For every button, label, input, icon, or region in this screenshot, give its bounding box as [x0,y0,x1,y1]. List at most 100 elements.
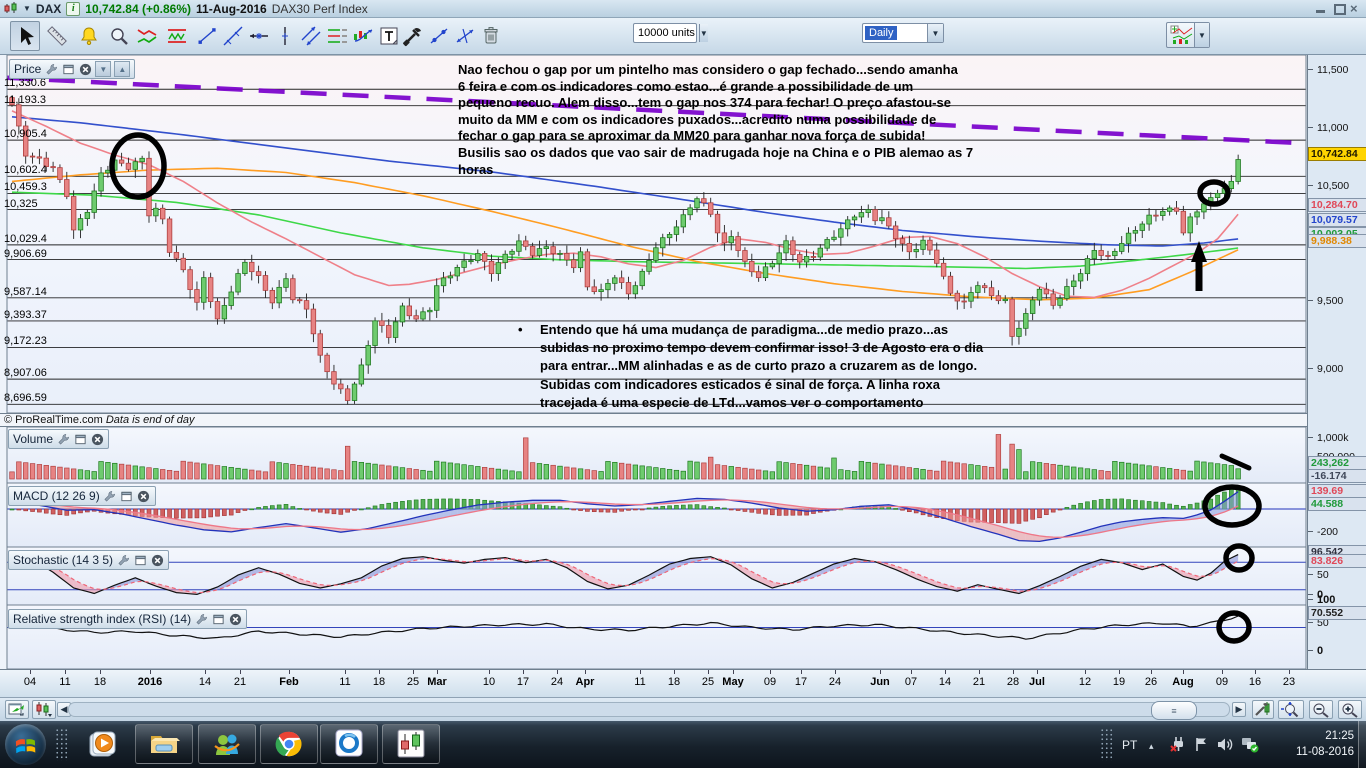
price-move-down-icon[interactable]: ▼ [95,61,112,77]
stochastic-window-icon[interactable] [133,553,147,567]
stochastic-wrench-icon[interactable] [116,553,130,567]
rsi-window-icon[interactable] [211,612,225,626]
window-close-button[interactable]: × [1350,2,1363,15]
time-tick-label: 16 [1248,676,1262,688]
pattern-triangle-icon [137,29,157,44]
price-move-up-icon[interactable]: ▲ [114,61,131,77]
title-bar: ▼ DAX i 10,742.84 (+0.86%) 11-Aug-2016 D… [0,0,1366,18]
taskbar-item-proRealTime[interactable] [382,724,440,764]
tray-language[interactable]: PT [1122,738,1137,752]
taskbar-item-explorer[interactable] [135,724,193,764]
stochastic-close-icon[interactable] [150,553,164,567]
right-scale-label: 9,000 [1317,363,1344,375]
taskbar-item-blue-app[interactable] [320,724,378,764]
taskbar-grip-right[interactable] [1100,728,1113,761]
tool-zoom-box-button[interactable] [104,21,134,51]
stochastic-d-line [11,557,1239,594]
price-close-icon[interactable] [78,62,92,76]
tray-power-icon[interactable] [1170,736,1187,753]
start-button[interactable] [5,724,46,765]
time-tick-label: 28 [1006,676,1020,688]
show-desktop-button[interactable] [1358,721,1366,768]
export-chart-button[interactable] [5,700,29,719]
taskbar-grip-left[interactable] [55,728,68,761]
right-scale-label: 100 [1317,594,1336,606]
period-dropdown[interactable]: Daily ▼ [862,23,944,43]
instrument-candle-icon[interactable] [4,2,18,15]
time-tick-mark [489,670,490,674]
time-tick-label: Apr [575,676,595,688]
rsi-panel-header: Relative strength index (RSI) (14) [8,609,248,629]
rsi-panel-title: Relative strength index (RSI) (14) [13,612,192,626]
info-icon[interactable]: i [66,1,81,16]
time-tick-label: 09 [1215,676,1229,688]
time-tick-label: 23 [1282,676,1296,688]
tray-network-icon[interactable] [1241,736,1259,753]
zoom-fit-button[interactable] [1278,700,1304,719]
scroll-track[interactable] [68,702,1230,717]
volume-close-icon[interactable] [90,432,104,446]
tool-pattern-channel-button[interactable] [162,21,192,51]
tray-expand-icon[interactable]: ▴ [1149,741,1154,752]
scroll-thumb[interactable]: ≡ [1151,701,1197,720]
time-tick-label: May [722,676,744,688]
chart-type-button[interactable]: ▼ [1166,22,1210,48]
scroll-right-button[interactable]: ▶ [1232,702,1246,717]
left-scale-label: 8,907.06 [4,367,47,380]
tray-clock[interactable]: 21:25 11-08-2016 [1272,728,1354,762]
volume-window-icon[interactable] [73,432,87,446]
time-tick-label: 14 [938,676,952,688]
scale-tick [1308,300,1313,301]
zoom-in-button[interactable] [1338,700,1362,719]
rsi-close-icon[interactable] [228,612,242,626]
scale-tick [1308,574,1313,575]
compare-instrument-button[interactable] [32,700,56,719]
zoom-out-button[interactable] [1309,700,1333,719]
chart-settings-button[interactable] [1252,700,1274,719]
annotation-text-line: Busilis sao os dados que vao sair de mad… [458,145,974,160]
value-tag: 139.69 [1308,484,1366,498]
annotation-text-line: fechar o gap para se aproximar da MM20 p… [458,128,926,144]
macd-close-icon[interactable] [137,489,151,503]
instrument-label: DAX [35,1,62,16]
annotation-circle [1223,543,1255,573]
tool-ruler-button[interactable] [42,21,72,51]
time-tick-mark [413,670,414,674]
macd-window-icon[interactable] [120,489,134,503]
window-restore-button[interactable] [1334,4,1347,15]
volume-wrench-icon[interactable] [56,432,70,446]
taskbar-item-chrome[interactable] [260,724,318,764]
tray-action-center-icon[interactable] [1193,736,1210,753]
tool-delete-button[interactable] [476,21,506,51]
tray-volume-icon[interactable] [1216,736,1233,753]
time-tick-mark [640,670,641,674]
window-minimize-button[interactable] [1316,4,1329,14]
tool-cursor-button[interactable] [10,21,40,51]
taskbar-item-messenger[interactable] [198,724,256,764]
left-scale-label: 10,029.4 [4,232,47,245]
ruler-icon [47,26,67,46]
units-dropdown[interactable]: 10000 units ▼ [633,23,708,43]
stochastic-panel-title: Stochastic (14 3 5) [13,553,114,567]
scale-tick [1308,650,1313,651]
instrument-dropdown-caret[interactable]: ▼ [23,4,31,13]
time-tick-mark [801,670,802,674]
price-window-icon[interactable] [61,62,75,76]
scale-tick [1308,531,1313,532]
price-panel-header: Price ▼ ▲ [9,59,136,79]
taskbar-item-media-player[interactable] [86,729,118,761]
time-tick-mark [205,670,206,674]
time-tick-label: 18 [667,676,681,688]
session-date: 11-Aug-2016 [196,1,267,16]
tool-pattern-triangle-button[interactable] [132,21,162,51]
price-wrench-icon[interactable] [44,62,58,76]
time-tick-label: 12 [1078,676,1092,688]
time-tick-mark [979,670,980,674]
time-tick-label: Feb [279,676,299,688]
tool-alert-button[interactable] [74,21,104,51]
time-tick-mark [1222,670,1223,674]
scale-tick [1308,594,1313,595]
rsi-wrench-icon[interactable] [194,612,208,626]
macd-wrench-icon[interactable] [103,489,117,503]
right-scale-label: 11,000 [1317,122,1349,134]
